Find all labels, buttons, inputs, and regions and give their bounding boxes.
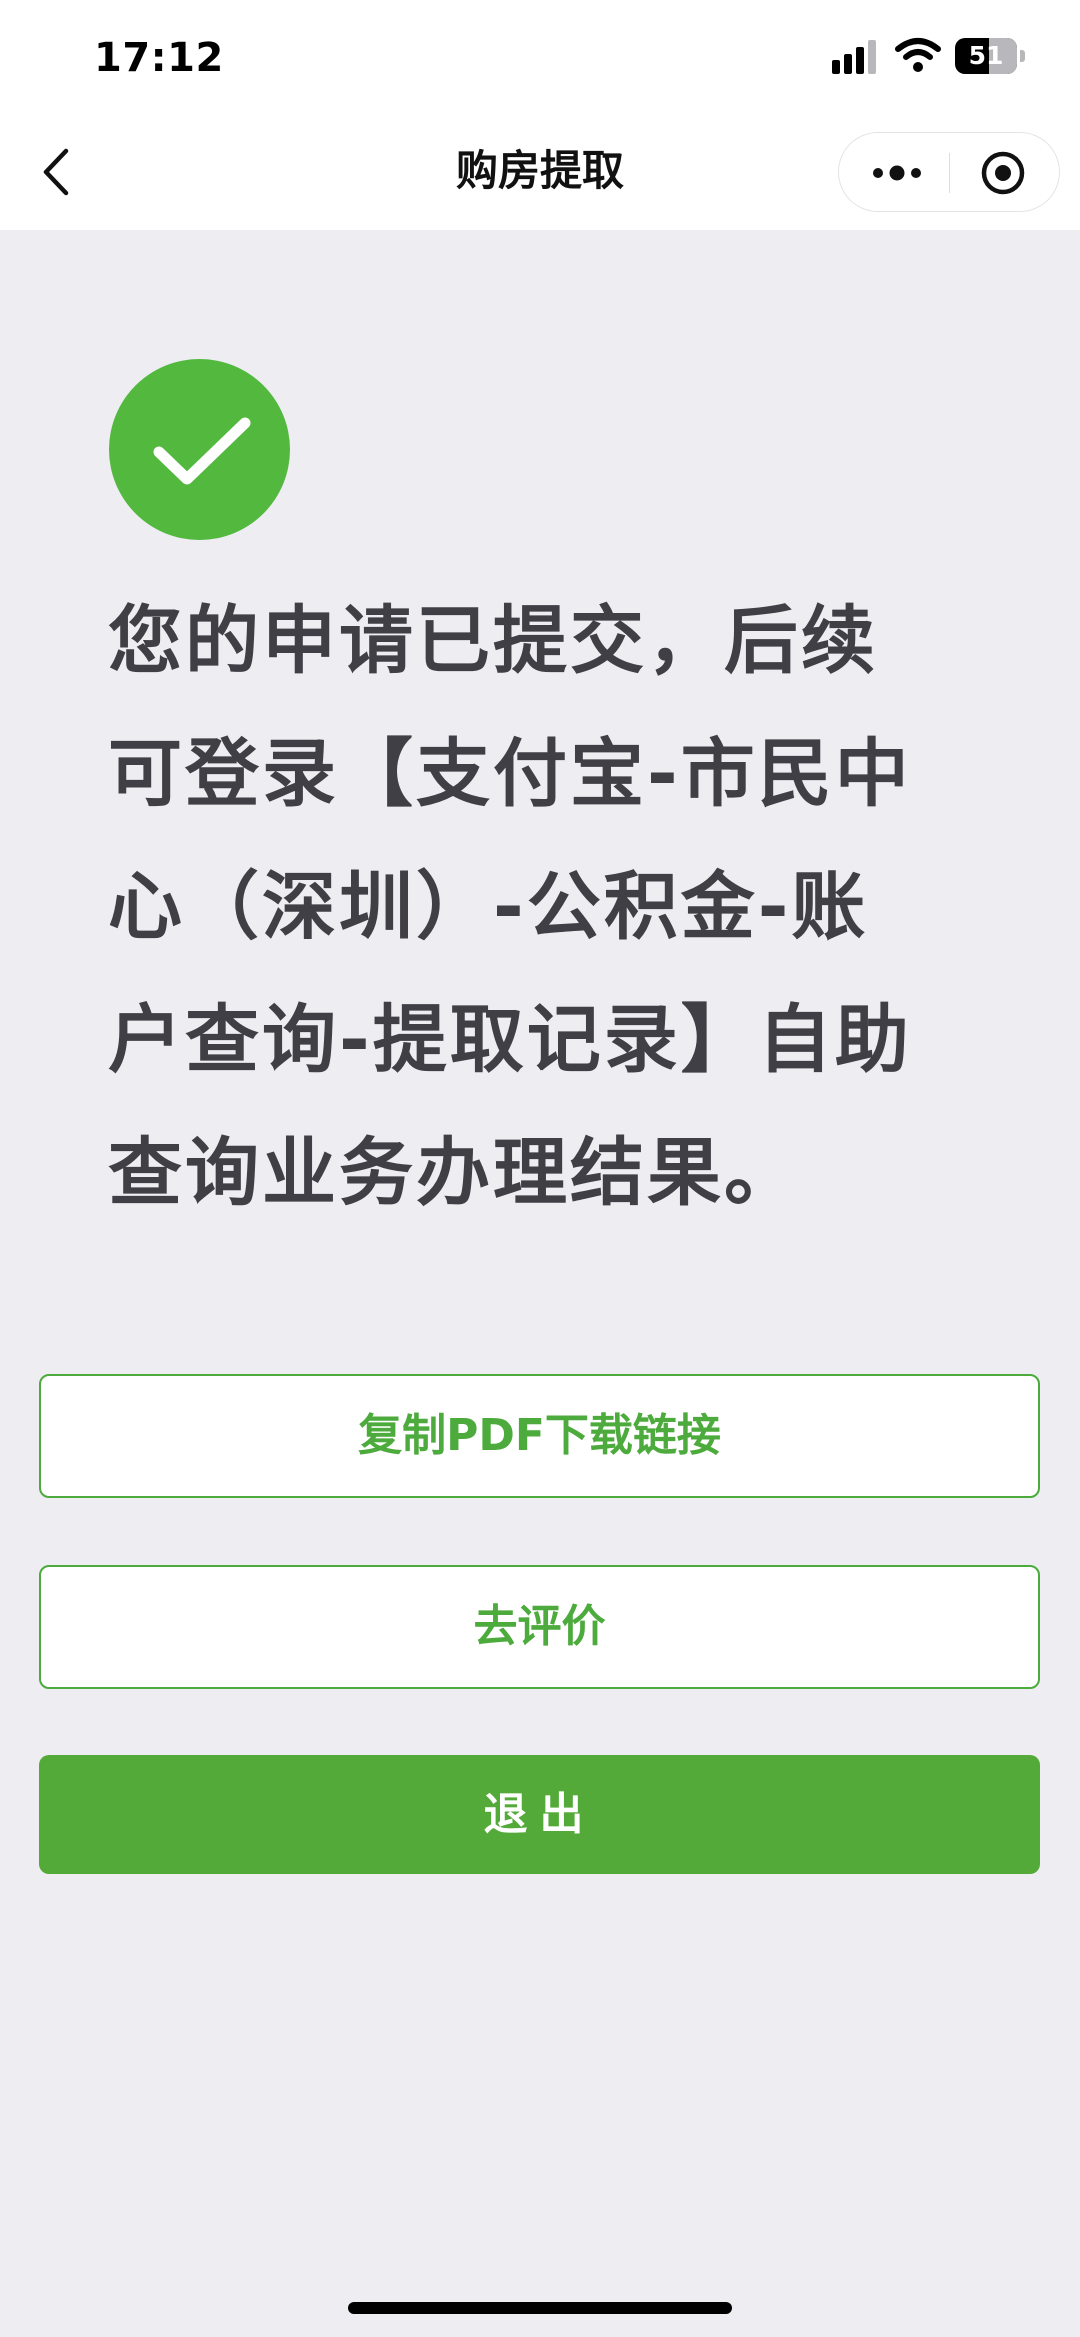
checkmark-icon xyxy=(109,359,290,540)
status-bar: 17:12 51 xyxy=(0,0,1080,115)
nav-bar: 购房提取 xyxy=(0,115,1080,230)
more-icon[interactable] xyxy=(869,155,925,191)
cellular-signal-icon xyxy=(832,40,880,74)
target-icon[interactable] xyxy=(980,150,1026,196)
rate-button[interactable]: 去评价 xyxy=(39,1565,1040,1689)
status-time: 17:12 xyxy=(94,35,224,81)
wifi-icon xyxy=(895,38,941,72)
battery-level: 51 xyxy=(968,41,1004,70)
battery-icon: 51 xyxy=(955,38,1025,74)
exit-button[interactable]: 退出 xyxy=(39,1755,1040,1874)
page-title: 购房提取 xyxy=(455,146,624,195)
copy-pdf-link-button[interactable]: 复制PDF下载链接 xyxy=(39,1374,1040,1498)
home-indicator[interactable] xyxy=(348,2302,732,2314)
result-message: 您的申请已提交，后续可登录【支付宝-市民中心（深圳）-公积金-账户查询-提取记录… xyxy=(108,598,912,1216)
mini-program-capsule xyxy=(838,132,1060,212)
back-icon[interactable] xyxy=(38,145,78,199)
capsule-divider xyxy=(949,153,950,193)
